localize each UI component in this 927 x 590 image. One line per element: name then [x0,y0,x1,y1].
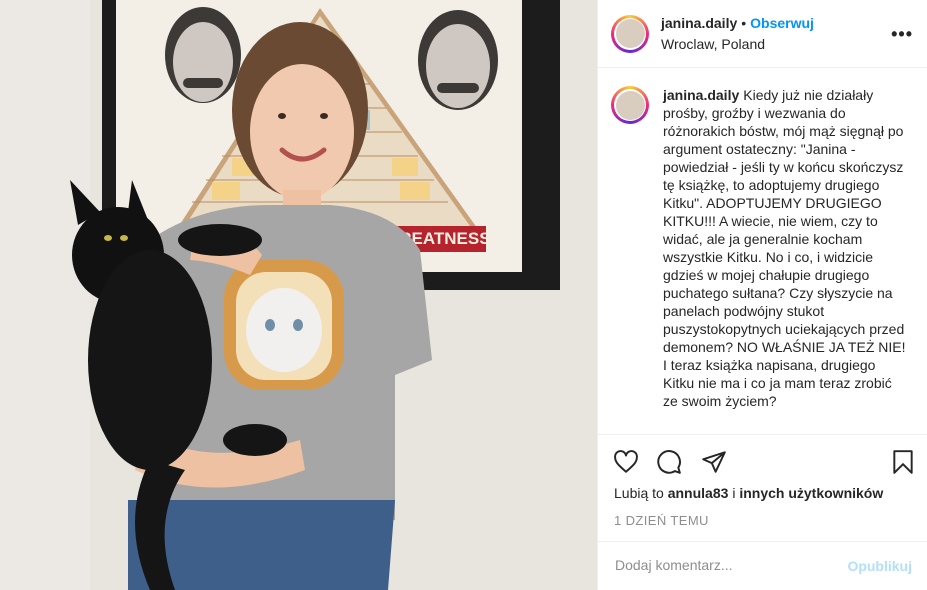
share-send-icon[interactable] [701,449,727,475]
more-options-icon[interactable]: ••• [891,24,913,45]
header-separator: • [741,15,747,31]
caption-avatar-image [615,90,645,120]
action-bar [598,434,927,484]
follow-button[interactable]: Obserwuj [750,15,814,31]
post-side-panel: janina.daily • Obserwuj Wroclaw, Poland ••… [597,0,927,590]
comment-input[interactable] [615,557,835,573]
likes-prefix: Lubią to [614,485,664,501]
post-photo[interactable]: GREATNESS [0,0,597,590]
photo-illustration: GREATNESS [0,0,597,590]
publish-button[interactable]: Opublikuj [847,558,912,574]
post-header: janina.daily • Obserwuj Wroclaw, Poland ••… [598,0,927,68]
avatar-image [615,19,645,48]
location-link[interactable]: Wroclaw, Poland [661,34,814,54]
instagram-post: GREATNESS janina.daily • Obserwuj Wrocla… [0,0,927,590]
likes-others-link[interactable]: innych użytkowników [739,485,883,501]
likes-user-link[interactable]: annula83 [668,485,729,501]
caption-area[interactable]: janina.daily Kiedy już nie działały prośb… [598,68,927,434]
like-heart-icon[interactable] [613,449,639,475]
caption-text: Kiedy już nie działały prośby, groźby i … [663,87,906,409]
caption-username[interactable]: janina.daily [663,87,739,103]
likes-connector: i [732,485,736,501]
avatar[interactable] [611,14,649,53]
bookmark-icon[interactable] [890,449,916,475]
comment-bar: Opublikuj [598,541,927,590]
caption: janina.daily Kiedy już nie działały prośb… [663,86,908,410]
likes-summary: Lubią to annula83 i innych użytkowników [614,485,883,501]
caption-avatar[interactable] [611,86,649,124]
post-timestamp[interactable]: 1 DZIEŃ TEMU [614,513,709,528]
comment-icon[interactable] [656,449,682,475]
header-username[interactable]: janina.daily [661,15,737,31]
